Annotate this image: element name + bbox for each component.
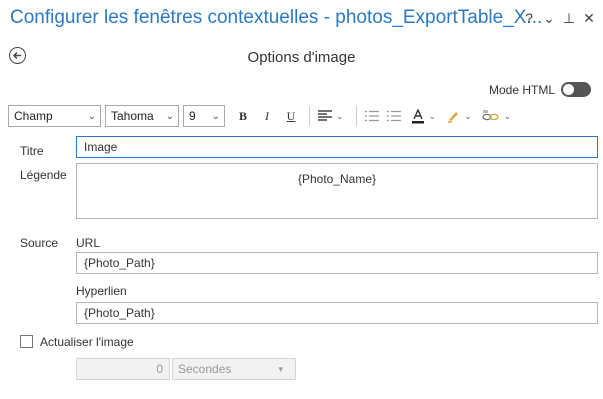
numbered-list-button[interactable] — [386, 110, 401, 122]
help-icon[interactable]: ? — [519, 10, 539, 27]
toolbar-divider — [355, 106, 357, 126]
close-icon[interactable]: ✕ — [579, 10, 599, 27]
field-select-value: Champ — [14, 109, 53, 123]
url-label: URL — [76, 236, 101, 250]
font-color-button[interactable]: ⌄ — [411, 108, 437, 124]
field-select[interactable]: Champ ⌄ — [8, 105, 101, 127]
highlight-color-button[interactable]: ⌄ — [446, 109, 472, 123]
chevron-down-icon: ⌄ — [336, 110, 344, 121]
menu-chevron-icon[interactable]: ⌄ — [539, 10, 559, 27]
title-label: Titre — [20, 144, 44, 158]
highlighter-icon — [448, 112, 459, 123]
window-controls: ? ⌄ ⊥ ✕ — [519, 10, 599, 27]
refresh-image-label: Actualiser l'image — [40, 335, 134, 349]
link-icon — [481, 110, 499, 121]
chevron-down-icon: ⌄ — [165, 110, 174, 122]
hyperlink-input[interactable]: {Photo_Path} — [76, 302, 598, 324]
chevron-down-icon: ⌄ — [464, 110, 472, 121]
format-toolbar: Champ ⌄ Tahoma ⌄ 9 ⌄ B I U ⌄ ⌄ ⌄ ⌄ — [8, 102, 598, 130]
caret-down-icon: ▾ — [278, 363, 283, 374]
chevron-down-icon: ⌄ — [87, 110, 96, 122]
font-color-icon — [411, 108, 424, 123]
source-label: Source — [20, 236, 59, 250]
font-select-value: Tahoma — [111, 109, 154, 123]
chevron-down-icon: ⌄ — [211, 110, 220, 122]
pin-icon[interactable]: ⊥ — [559, 10, 579, 27]
url-input[interactable]: {Photo_Path} — [76, 252, 598, 274]
font-select[interactable]: Tahoma ⌄ — [105, 105, 179, 127]
hyperlink-label: Hyperlien — [76, 284, 127, 298]
chevron-down-icon: ⌄ — [428, 110, 437, 121]
insert-link-button[interactable]: ⌄ — [481, 109, 512, 123]
caption-label: Légende — [20, 168, 67, 182]
title-input[interactable]: Image — [76, 136, 598, 158]
align-button[interactable]: ⌄ — [318, 110, 344, 122]
underline-button[interactable]: U — [283, 105, 299, 127]
font-size-value: 9 — [189, 109, 196, 123]
bold-button[interactable]: B — [235, 105, 251, 127]
html-mode-label: Mode HTML — [488, 82, 555, 97]
interval-unit-select[interactable]: Secondes ▾ — [172, 358, 296, 380]
italic-button[interactable]: I — [259, 105, 275, 127]
align-left-icon — [318, 110, 332, 121]
html-mode-toggle[interactable] — [561, 82, 591, 97]
bullet-list-icon — [364, 110, 379, 122]
numbered-list-icon — [386, 110, 401, 122]
bulleted-list-button[interactable] — [364, 110, 379, 122]
window-titlebar: Configurer les fenêtres contextuelles - … — [0, 0, 603, 40]
chevron-down-icon: ⌄ — [503, 110, 512, 121]
refresh-interval-input[interactable]: 0 — [76, 358, 170, 380]
page-title: Options d'image — [247, 49, 356, 66]
interval-unit-value: Secondes — [178, 362, 232, 376]
toolbar-divider — [309, 106, 310, 126]
caption-textarea[interactable]: {Photo_Name} — [76, 163, 598, 219]
window-title: Configurer les fenêtres contextuelles - … — [10, 7, 543, 28]
html-mode-control: Mode HTML — [489, 82, 591, 97]
font-size-select[interactable]: 9 ⌄ — [183, 105, 225, 127]
refresh-image-checkbox[interactable] — [20, 335, 33, 348]
